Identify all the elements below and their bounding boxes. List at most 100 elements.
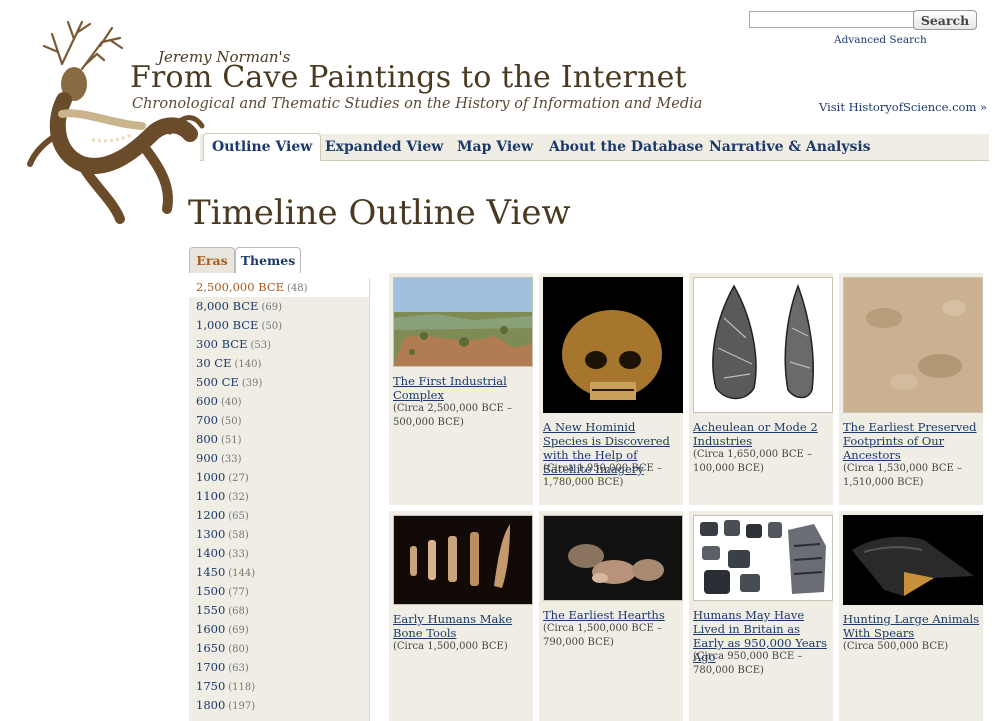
card-date: (Circa 1,950,000 BCE – 1,780,000 BCE) xyxy=(543,463,663,488)
timeline-card: Hunting Large Animals With Spears (Circa… xyxy=(839,511,983,721)
era-label: 1500 xyxy=(196,584,226,598)
era-count: (118) xyxy=(228,682,256,693)
timeline-card: Acheulean or Mode 2 Industries (Circa 1,… xyxy=(689,273,833,505)
timeline-card: The Earliest Hearths (Circa 1,500,000 BC… xyxy=(539,511,683,721)
era-label: 1,000 BCE xyxy=(196,318,259,332)
card-date: (Circa 1,530,000 BCE – 1,510,000 BCE) xyxy=(843,463,963,488)
card-image[interactable] xyxy=(393,515,533,605)
card-title-link[interactable]: Early Humans Make Bone Tools xyxy=(393,612,531,640)
era-label: 1100 xyxy=(196,489,226,503)
card-image[interactable] xyxy=(843,277,983,413)
search-input[interactable] xyxy=(749,11,915,28)
era-item[interactable]: 500 CE (39) xyxy=(189,373,369,392)
era-count: (32) xyxy=(228,492,249,503)
era-label: 600 xyxy=(196,394,218,408)
card-title-link[interactable]: Hunting Large Animals With Spears xyxy=(843,612,981,640)
tab-expanded-view[interactable]: Expanded View xyxy=(317,134,451,160)
era-label: 1000 xyxy=(196,470,226,484)
era-label: 1450 xyxy=(196,565,226,579)
era-label: 1300 xyxy=(196,527,226,541)
era-label: 1550 xyxy=(196,603,226,617)
era-label: 1600 xyxy=(196,622,226,636)
tab-outline-view[interactable]: Outline View xyxy=(203,133,322,161)
era-count: (48) xyxy=(287,283,308,294)
era-count: (69) xyxy=(261,302,282,313)
card-date: (Circa 1,500,000 BCE – 790,000 BCE) xyxy=(543,623,663,648)
card-image[interactable] xyxy=(393,277,533,367)
era-count: (50) xyxy=(220,416,242,427)
era-item[interactable]: 2,500,000 BCE (48) xyxy=(189,278,369,297)
era-label: 1700 xyxy=(196,660,226,674)
search-button[interactable]: Search xyxy=(913,10,977,30)
era-item[interactable]: 600 (40) xyxy=(189,392,369,411)
card-title-link[interactable]: The First Industrial Complex xyxy=(393,374,531,402)
card-image[interactable] xyxy=(693,515,833,601)
era-label: 2,500,000 BCE xyxy=(196,280,285,294)
tab-eras[interactable]: Eras xyxy=(189,247,235,273)
era-item[interactable]: 1750 (118) xyxy=(189,677,369,696)
tab-narrative-analysis[interactable]: Narrative & Analysis xyxy=(701,134,879,160)
era-item[interactable]: 1650 (80) xyxy=(189,639,369,658)
era-label: 30 CE xyxy=(196,356,232,370)
site-title[interactable]: From Cave Paintings to the Internet xyxy=(130,60,687,95)
page-title: Timeline Outline View xyxy=(188,193,571,233)
era-item[interactable]: 700 (50) xyxy=(189,411,369,430)
card-image[interactable] xyxy=(843,515,983,605)
era-count: (27) xyxy=(228,473,249,484)
card-image[interactable] xyxy=(693,277,833,413)
era-label: 300 BCE xyxy=(196,337,248,351)
card-title-link[interactable]: Acheulean or Mode 2 Industries xyxy=(693,420,831,448)
era-item[interactable]: 1300 (58) xyxy=(189,525,369,544)
era-label: 1800 xyxy=(196,698,226,712)
tab-about-database[interactable]: About the Database xyxy=(541,134,711,160)
era-item[interactable]: 1,000 BCE (50) xyxy=(189,316,369,335)
era-count: (65) xyxy=(228,511,249,522)
era-item[interactable]: 1100 (32) xyxy=(189,487,369,506)
visit-historyofscience-link[interactable]: Visit HistoryofScience.com » xyxy=(819,100,987,114)
era-label: 800 xyxy=(196,432,218,446)
era-item[interactable]: 1000 (27) xyxy=(189,468,369,487)
era-count: (50) xyxy=(261,321,282,332)
era-label: 1650 xyxy=(196,641,226,655)
era-count: (63) xyxy=(228,663,249,674)
era-item[interactable]: 1450 (144) xyxy=(189,563,369,582)
main-nav: Outline View Expanded View Map View Abou… xyxy=(200,133,989,161)
era-item[interactable]: 1200 (65) xyxy=(189,506,369,525)
timeline-card: The Earliest Preserved Footprints of Our… xyxy=(839,273,983,505)
era-count: (53) xyxy=(250,340,271,351)
era-item[interactable]: 900 (33) xyxy=(189,449,369,468)
card-image[interactable] xyxy=(543,515,683,601)
card-date: (Circa 1,500,000 BCE) xyxy=(393,641,508,652)
card-date: (Circa 2,500,000 BCE – 500,000 BCE) xyxy=(393,403,513,428)
era-item[interactable]: 800 (51) xyxy=(189,430,369,449)
era-count: (69) xyxy=(228,625,249,636)
card-image[interactable] xyxy=(543,277,683,413)
card-title-link[interactable]: The Earliest Hearths xyxy=(543,608,681,622)
timeline-card: A New Hominid Species is Discovered with… xyxy=(539,273,683,505)
tab-map-view[interactable]: Map View xyxy=(449,134,541,160)
era-item[interactable]: 1600 (69) xyxy=(189,620,369,639)
era-item[interactable]: 1400 (33) xyxy=(189,544,369,563)
era-count: (68) xyxy=(228,606,249,617)
era-item[interactable]: 1700 (63) xyxy=(189,658,369,677)
card-date: (Circa 950,000 BCE – 780,000 BCE) xyxy=(693,651,803,676)
era-item[interactable]: 1550 (68) xyxy=(189,601,369,620)
era-count: (40) xyxy=(220,397,242,408)
timeline-card: The First Industrial Complex (Circa 2,50… xyxy=(389,273,533,505)
era-count: (140) xyxy=(234,359,262,370)
era-item[interactable]: 8,000 BCE (69) xyxy=(189,297,369,316)
timeline-card: Humans May Have Lived in Britain as Earl… xyxy=(689,511,833,721)
era-list: 2,500,000 BCE (48) 8,000 BCE (69) 1,000 BC… xyxy=(189,278,370,721)
era-count: (77) xyxy=(228,587,249,598)
era-item[interactable]: 300 BCE (53) xyxy=(189,335,369,354)
era-count: (197) xyxy=(228,701,256,712)
card-title-link[interactable]: The Earliest Preserved Footprints of Our… xyxy=(843,420,981,462)
tab-themes[interactable]: Themes xyxy=(235,247,301,273)
timeline-grid: The First Industrial Complex (Circa 2,50… xyxy=(389,273,989,721)
era-item[interactable]: 1800 (197) xyxy=(189,696,369,715)
era-item[interactable]: 1500 (77) xyxy=(189,582,369,601)
site-subtitle: Chronological and Thematic Studies on th… xyxy=(132,96,703,112)
era-item[interactable]: 30 CE (140) xyxy=(189,354,369,373)
advanced-search-link[interactable]: Advanced Search xyxy=(834,34,927,46)
era-count: (39) xyxy=(241,378,263,389)
